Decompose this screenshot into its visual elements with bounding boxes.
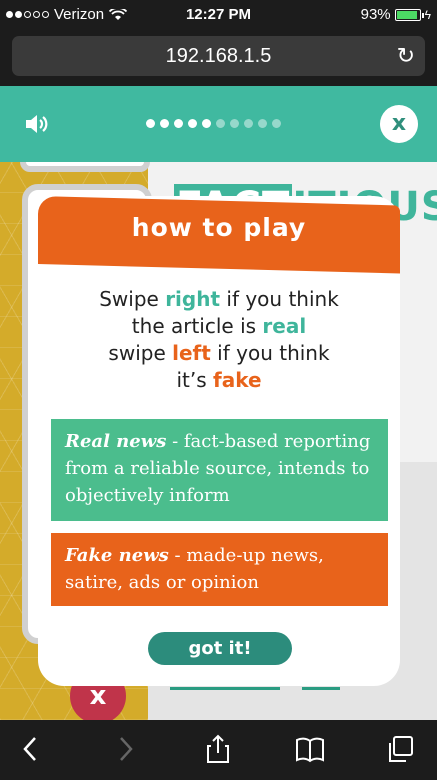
progress-dot [230, 119, 239, 128]
status-bar: Verizon 12:27 PM 93% ϟ [0, 0, 437, 30]
tabs-icon[interactable] [385, 734, 415, 764]
keyword-right: right [165, 287, 221, 311]
battery-group: 93% ϟ [361, 6, 431, 23]
progress-dots [146, 119, 281, 128]
battery-icon [394, 8, 424, 21]
progress-dot [146, 119, 155, 128]
back-icon[interactable] [16, 734, 46, 764]
progress-dot [216, 119, 225, 128]
url-field[interactable]: 192.168.1.5 ↻ [12, 36, 425, 76]
keyword-real: real [262, 314, 307, 338]
close-button[interactable]: x [380, 105, 418, 143]
keyword-left: left [172, 341, 211, 365]
progress-dot [174, 119, 183, 128]
battery-percent: 93% [360, 6, 391, 23]
instructions-text: Swipe right if you think the article is … [99, 287, 339, 392]
how-to-play-modal: how to play Swipe right if you think the… [38, 196, 400, 686]
progress-dot [258, 119, 267, 128]
speaker-icon[interactable] [24, 112, 50, 136]
share-icon[interactable] [203, 734, 233, 764]
progress-dot [272, 119, 281, 128]
got-it-button[interactable]: got it! [148, 632, 292, 665]
divider [302, 687, 340, 690]
progress-dot [160, 119, 169, 128]
forward-icon[interactable] [110, 734, 140, 764]
url-text: 192.168.1.5 [165, 45, 272, 67]
game-header: x [0, 86, 437, 162]
progress-dot [188, 119, 197, 128]
modal-title: how to play [131, 213, 307, 242]
background-card [20, 162, 150, 172]
divider [170, 687, 280, 690]
bookmarks-icon[interactable] [295, 734, 325, 764]
fake-news-definition: Fake news - made-up news, satire, ads or… [51, 533, 388, 606]
browser-address-bar: 192.168.1.5 ↻ [0, 30, 437, 86]
charging-icon: ϟ [424, 7, 431, 22]
real-news-definition: Real news - fact-based reporting from a … [51, 419, 388, 521]
progress-dot [244, 119, 253, 128]
reload-icon[interactable]: ↻ [397, 36, 415, 76]
browser-toolbar [0, 720, 437, 780]
progress-dot [202, 119, 211, 128]
keyword-fake: fake [213, 368, 262, 392]
